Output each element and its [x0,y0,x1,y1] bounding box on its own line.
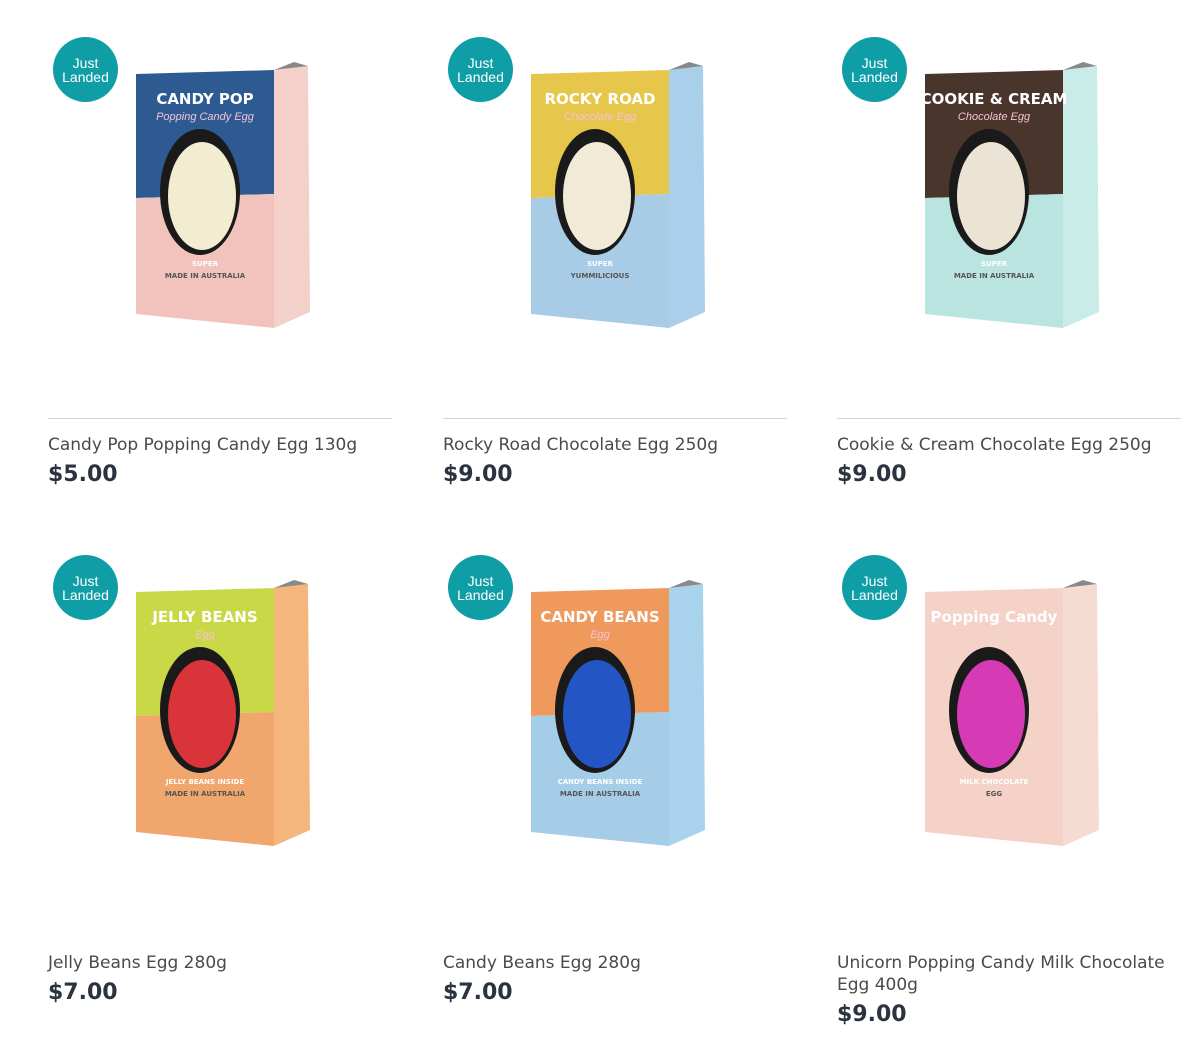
box-sub-text: Chocolate Egg [958,111,1031,123]
product-price: $5.00 [48,462,118,487]
box-side [274,66,310,328]
product-title[interactable]: Candy Beans Egg 280g [443,952,787,974]
just-landed-badge: Just Landed [448,555,513,620]
product-price: $9.00 [443,462,513,487]
product-title[interactable]: Jelly Beans Egg 280g [48,952,392,974]
badge-line2: Landed [62,586,109,603]
box-small-text: CANDY BEANS INSIDE [558,778,643,786]
box-brand-text: ROCKY ROAD [545,90,656,108]
box-small-text: SUPER [192,260,219,268]
badge-line2: Landed [851,586,898,603]
product-image[interactable]: Just Landed COOKIE & CREAM Chocolate Egg S… [837,32,1181,418]
card-divider [837,418,1181,419]
product-price: $7.00 [443,980,513,1005]
badge-line1: Just [861,54,888,71]
card-divider [443,418,787,419]
egg-shape [168,660,236,768]
product-card[interactable]: Just Landed COOKIE & CREAM Chocolate Egg S… [837,32,1181,487]
box-brand-text: CANDY BEANS [540,608,659,626]
product-image[interactable]: Just Landed CANDY BEANS Egg CANDY BEANS IN… [443,550,787,936]
product-title[interactable]: Cookie & Cream Chocolate Egg 250g [837,434,1181,456]
box-small-text: EGG [986,790,1003,798]
box-side [1063,584,1099,846]
product-grid: Just Landed CANDY POP Popping Candy Egg SU… [0,0,1193,1061]
egg-shape [957,142,1025,250]
just-landed-badge: Just Landed [53,555,118,620]
box-sub-text: Egg [195,629,215,641]
just-landed-badge: Just Landed [842,37,907,102]
badge-line1: Just [467,54,494,71]
egg-shape [563,660,631,768]
box-sub-text: Popping Candy Egg [156,111,255,123]
badge-line2: Landed [457,68,504,85]
box-side [669,66,705,328]
just-landed-badge: Just Landed [53,37,118,102]
box-side [274,584,310,846]
product-image[interactable]: Just Landed JELLY BEANS Egg JELLY BEANS IN… [48,550,392,936]
egg-shape [957,660,1025,768]
box-side [1063,66,1099,328]
product-card[interactable]: Just Landed Popping Candy MILK CHOCOLATE E… [837,550,1181,1027]
just-landed-badge: Just Landed [448,37,513,102]
product-price: $9.00 [837,462,907,487]
badge-line1: Just [72,572,99,589]
egg-shape [563,142,631,250]
box-brand-text: Popping Candy [931,608,1058,626]
box-sub-text: Egg [590,629,610,641]
product-title[interactable]: Rocky Road Chocolate Egg 250g [443,434,787,456]
box-small-text: MADE IN AUSTRALIA [560,790,641,798]
product-card[interactable]: Just Landed CANDY BEANS Egg CANDY BEANS IN… [443,550,787,1005]
product-image[interactable]: Just Landed CANDY POP Popping Candy Egg SU… [48,32,392,418]
box-small-text: MADE IN AUSTRALIA [165,790,246,798]
product-image[interactable]: Just Landed Popping Candy MILK CHOCOLATE E… [837,550,1181,936]
product-image[interactable]: Just Landed ROCKY ROAD Chocolate Egg SUPER… [443,32,787,418]
box-small-text: MILK CHOCOLATE [960,778,1029,786]
box-brand-text: COOKIE & CREAM [921,90,1068,108]
badge-line1: Just [861,572,888,589]
box-small-text: MADE IN AUSTRALIA [165,272,246,280]
box-small-text: YUMMILICIOUS [570,272,630,280]
product-title[interactable]: Candy Pop Popping Candy Egg 130g [48,434,392,456]
box-small-text: JELLY BEANS INSIDE [165,778,245,786]
product-card[interactable]: Just Landed CANDY POP Popping Candy Egg SU… [48,32,392,487]
box-small-text: MADE IN AUSTRALIA [954,272,1035,280]
product-price: $9.00 [837,1002,907,1027]
badge-line1: Just [72,54,99,71]
egg-shape [168,142,236,250]
box-sub-text: Chocolate Egg [564,111,637,123]
product-card[interactable]: Just Landed JELLY BEANS Egg JELLY BEANS IN… [48,550,392,1005]
box-side [669,584,705,846]
product-card[interactable]: Just Landed ROCKY ROAD Chocolate Egg SUPER… [443,32,787,487]
badge-line2: Landed [457,586,504,603]
card-divider [48,418,392,419]
box-brand-text: CANDY POP [156,90,253,108]
just-landed-badge: Just Landed [842,555,907,620]
box-small-text: SUPER [981,260,1008,268]
badge-line2: Landed [62,68,109,85]
badge-line1: Just [467,572,494,589]
box-brand-text: JELLY BEANS [151,608,257,626]
product-price: $7.00 [48,980,118,1005]
product-title[interactable]: Unicorn Popping Candy Milk Chocolate Egg… [837,952,1181,996]
box-small-text: SUPER [587,260,614,268]
badge-line2: Landed [851,68,898,85]
